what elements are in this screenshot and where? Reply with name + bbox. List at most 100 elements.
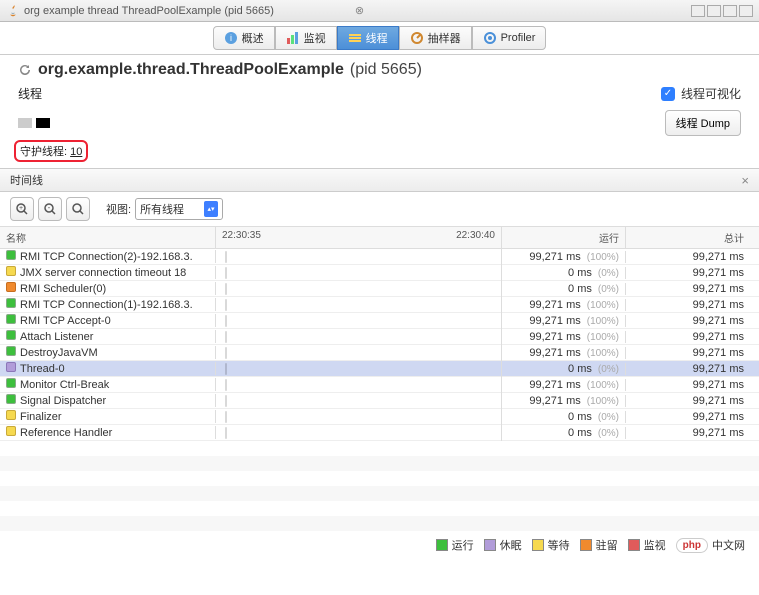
maximize-button[interactable] — [707, 5, 721, 17]
table-row[interactable]: Finalizer 0 ms(0%)99,271 ms — [0, 409, 759, 425]
thread-state-icon — [6, 298, 16, 308]
table-row[interactable]: RMI Scheduler(0) 0 ms(0%)99,271 ms — [0, 281, 759, 297]
timeline-bar — [225, 267, 227, 279]
thread-bar-cell — [216, 297, 502, 313]
page-header: org.example.thread.ThreadPoolExample (pi… — [0, 55, 759, 81]
total-time-cell: 99,271 ms — [626, 411, 750, 423]
table-row[interactable]: Thread-00 ms(0%)99,271 ms — [0, 361, 759, 377]
mini-legend: 线程 Dump — [0, 106, 759, 140]
thread-bar-cell — [216, 313, 502, 329]
thread-bar-cell — [216, 281, 502, 297]
col-total[interactable]: 总计 — [626, 227, 750, 248]
total-time-cell: 99,271 ms — [626, 283, 750, 295]
threads-label: 线程 — [18, 85, 42, 102]
table-row[interactable]: DestroyJavaVM99,271 ms(100%)99,271 ms — [0, 345, 759, 361]
window-title-bar: org example thread ThreadPoolExample (pi… — [0, 0, 759, 22]
thread-bar-cell — [216, 249, 502, 265]
running-time-cell: 99,271 ms(100%) — [502, 315, 626, 327]
legend-box-grey — [18, 118, 32, 128]
timeline-bar — [225, 363, 227, 375]
running-time-cell: 99,271 ms(100%) — [502, 395, 626, 407]
java-icon — [6, 4, 20, 18]
col-timeline[interactable]: 22:30:35 22:30:40 — [216, 227, 502, 248]
col-name[interactable]: 名称 — [0, 227, 216, 248]
thread-name-cell: Attach Listener — [0, 330, 216, 343]
close-window-button[interactable] — [739, 5, 753, 17]
timeline-bar — [225, 411, 227, 423]
state-legend: 运行 休眠 等待 驻留 监视 php 中文网 — [0, 531, 759, 559]
timeline-bar — [225, 315, 227, 327]
zoom-fit-button[interactable] — [66, 197, 90, 221]
table-header: 名称 22:30:35 22:30:40 运行 总计 — [0, 227, 759, 249]
thread-name-cell: Signal Dispatcher — [0, 394, 216, 407]
zoom-in-button[interactable]: + — [10, 197, 34, 221]
thread-name-cell: RMI Scheduler(0) — [0, 282, 216, 295]
chart-icon — [286, 31, 300, 45]
total-time-cell: 99,271 ms — [626, 427, 750, 439]
tab-overview[interactable]: i 概述 — [213, 26, 275, 50]
running-time-cell: 99,271 ms(100%) — [502, 379, 626, 391]
thread-state-icon — [6, 314, 16, 324]
profiler-icon — [483, 31, 497, 45]
table-row[interactable]: Attach Listener99,271 ms(100%)99,271 ms — [0, 329, 759, 345]
legend-sleeping-icon — [484, 539, 496, 551]
view-label: 视图: — [106, 201, 131, 217]
thread-state-icon — [6, 346, 16, 356]
thread-name-cell: RMI TCP Connection(1)-192.168.3. — [0, 298, 216, 311]
table-row[interactable]: Reference Handler0 ms(0%)99,271 ms — [0, 425, 759, 441]
total-time-cell: 99,271 ms — [626, 315, 750, 327]
app-pid: (pid 5665) — [350, 61, 422, 79]
thread-state-icon — [6, 394, 16, 404]
restore-button[interactable] — [723, 5, 737, 17]
threads-table: 名称 22:30:35 22:30:40 运行 总计 RMI TCP Conne… — [0, 226, 759, 531]
table-row[interactable]: RMI TCP Connection(1)-192.168.3. 99,271 m… — [0, 297, 759, 313]
window-controls — [691, 5, 753, 17]
thread-bar-cell — [216, 393, 502, 409]
table-row[interactable]: Signal Dispatcher99,271 ms(100%)99,271 m… — [0, 393, 759, 409]
threads-icon — [348, 31, 362, 45]
window-tab-title: org example thread ThreadPoolExample (pi… — [24, 5, 351, 17]
tab-threads[interactable]: 线程 — [337, 26, 399, 50]
table-row[interactable]: JMX server connection timeout 180 ms(0%)… — [0, 265, 759, 281]
total-time-cell: 99,271 ms — [626, 379, 750, 391]
thread-state-icon — [6, 362, 16, 372]
total-time-cell: 99,271 ms — [626, 347, 750, 359]
tab-profiler[interactable]: Profiler — [472, 26, 547, 50]
running-time-cell: 0 ms(0%) — [502, 411, 626, 423]
table-empty-area — [0, 441, 759, 531]
legend-running-icon — [436, 539, 448, 551]
col-running[interactable]: 运行 — [502, 227, 626, 248]
thread-name-cell: Finalizer — [0, 410, 216, 423]
timeline-bar — [225, 251, 227, 263]
legend-waiting-icon — [532, 539, 544, 551]
thread-bar-cell — [216, 377, 502, 393]
table-row[interactable]: RMI TCP Connection(2)-192.168.3.99,271 m… — [0, 249, 759, 265]
table-row[interactable]: Monitor Ctrl-Break99,271 ms(100%)99,271 … — [0, 377, 759, 393]
refresh-icon[interactable] — [18, 63, 32, 77]
thread-state-icon — [6, 378, 16, 388]
thread-bar-cell — [216, 345, 502, 361]
minimize-button[interactable] — [691, 5, 705, 17]
close-tab-icon[interactable]: ⊗ — [355, 4, 364, 17]
zoom-out-button[interactable]: - — [38, 197, 62, 221]
thread-name-cell: Thread-0 — [0, 362, 216, 375]
running-time-cell: 0 ms(0%) — [502, 283, 626, 295]
timeline-bar — [225, 379, 227, 391]
sampler-icon — [410, 31, 424, 45]
tab-monitor[interactable]: 监视 — [275, 26, 337, 50]
info-icon: i — [224, 31, 238, 45]
thread-name-cell: RMI TCP Accept-0 — [0, 314, 216, 327]
total-time-cell: 99,271 ms — [626, 267, 750, 279]
table-row[interactable]: RMI TCP Accept-0 99,271 ms(100%)99,271 ms — [0, 313, 759, 329]
profiler-tabs: i 概述 监视 线程 抽样器 Profiler — [0, 22, 759, 55]
thread-state-icon — [6, 266, 16, 276]
visualization-checkbox[interactable]: ✓ — [661, 87, 675, 101]
running-time-cell: 0 ms(0%) — [502, 267, 626, 279]
running-time-cell: 99,271 ms(100%) — [502, 299, 626, 311]
thread-filter-select[interactable]: 所有线程 ▴▾ — [135, 198, 223, 220]
thread-state-icon — [6, 410, 16, 420]
total-time-cell: 99,271 ms — [626, 363, 750, 375]
close-panel-icon[interactable]: × — [741, 173, 749, 188]
tab-sampler[interactable]: 抽样器 — [399, 26, 472, 50]
thread-dump-button[interactable]: 线程 Dump — [665, 110, 741, 136]
